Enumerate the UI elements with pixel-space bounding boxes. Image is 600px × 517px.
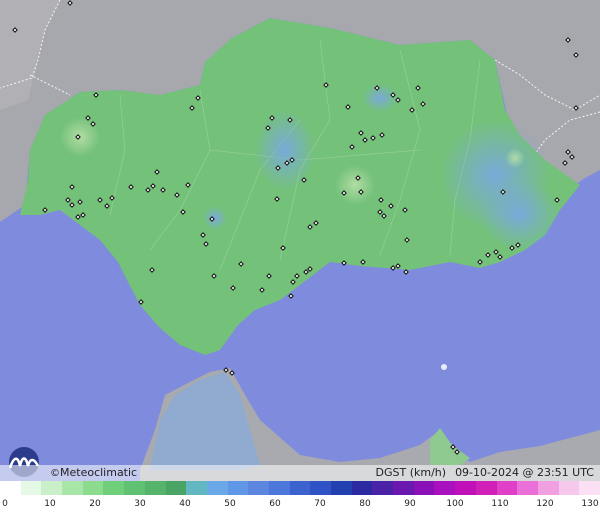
scale-swatch [0, 481, 21, 495]
scale-tick-label: 120 [536, 499, 554, 509]
scale-swatch [144, 481, 166, 495]
brand: ©Meteoclimatic [50, 465, 137, 482]
scale-swatch [206, 481, 228, 495]
scale-swatch [165, 481, 187, 495]
product-info: DGST (km/h) 09-10-2024 @ 23:51 UTC [374, 465, 594, 481]
scale-swatch [186, 481, 207, 495]
scale-swatch [310, 481, 331, 495]
scale-tick-label: 110 [491, 499, 509, 509]
scale-swatch [20, 481, 42, 495]
scale-swatch [227, 481, 249, 495]
brand-name: Meteoclimatic [60, 466, 138, 479]
scale-swatch [124, 481, 145, 495]
gust-area [505, 148, 525, 168]
copyright-symbol: © [50, 468, 60, 479]
scale-tick-label: 100 [446, 499, 464, 509]
timestamp: 09-10-2024 @ 23:51 UTC [455, 466, 594, 479]
scale-swatch [579, 481, 600, 495]
scale-swatch [351, 481, 373, 495]
gust-area [335, 165, 375, 205]
scale-tick-label: 90 [404, 499, 416, 509]
scale-swatch [248, 481, 269, 495]
scale-swatch [82, 481, 104, 495]
scale-swatch [434, 481, 456, 495]
scale-swatch [537, 481, 559, 495]
scale-swatch [558, 481, 580, 495]
gust-area [203, 206, 227, 230]
scale-swatch [103, 481, 125, 495]
scale-tick-label: 80 [359, 499, 371, 509]
scale-swatch [62, 481, 83, 495]
scale-swatch [496, 481, 518, 495]
scale-swatch [475, 481, 497, 495]
scale-swatch [289, 481, 311, 495]
scale-swatch [268, 481, 290, 495]
scale-tick-label: 70 [314, 499, 326, 509]
scale-swatch [517, 481, 538, 495]
scale-tick-label: 50 [224, 499, 236, 509]
color-scale-bar [0, 481, 600, 495]
scale-tick-label: 10 [44, 499, 56, 509]
scale-swatch [372, 481, 394, 495]
color-scale-legend: 0 10 20 30 40 50 60 70 80 90 100 110 120 130 [0, 481, 600, 517]
scale-tick-label: 20 [89, 499, 101, 509]
scale-swatch [331, 481, 352, 495]
gust-area [480, 180, 560, 250]
wind-gust-map[interactable] [0, 0, 600, 517]
scale-tick-label: 130 [581, 499, 599, 509]
scale-tick-label: 40 [179, 499, 191, 509]
scale-tick-label: 30 [134, 499, 146, 509]
scale-tick-label: 60 [269, 499, 281, 509]
gust-area [255, 110, 315, 190]
variable-label: DGST (km/h) [375, 466, 447, 479]
island [441, 364, 447, 370]
gust-area [362, 84, 398, 112]
scale-swatch [41, 481, 63, 495]
info-bar: ©Meteoclimatic DGST (km/h) 09-10-2024 @ … [0, 465, 600, 481]
scale-swatch [413, 481, 435, 495]
scale-swatch [393, 481, 414, 495]
map-view[interactable]: ©Meteoclimatic DGST (km/h) 09-10-2024 @ … [0, 0, 600, 517]
scale-tick-label: 0 [2, 499, 8, 509]
scale-swatch [455, 481, 476, 495]
